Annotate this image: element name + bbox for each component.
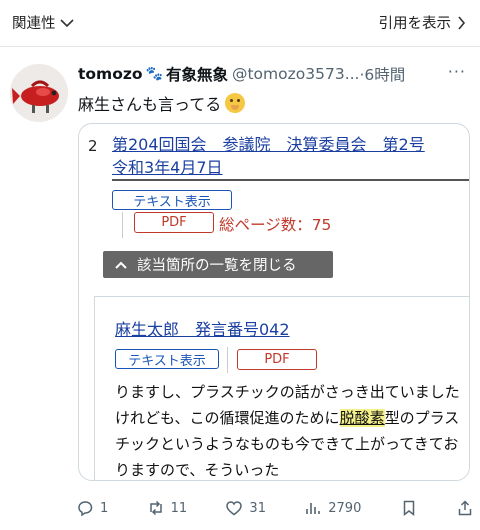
share-button[interactable] — [456, 499, 474, 517]
red-fish-figure-icon — [10, 64, 68, 122]
session-date: 令和3年4月7日 — [112, 158, 223, 177]
views-button[interactable]: 2790 — [304, 499, 361, 517]
view-quotes-label: 引用を表示 — [378, 16, 452, 32]
text-display-button: テキスト表示 — [112, 190, 232, 210]
session-title-link: 第204回国会 参議院 決算委員会 第2号 令和3年4月7日 — [112, 133, 469, 179]
speech-pdf-button: PDF — [237, 349, 317, 370]
author-handle[interactable]: @tomozo3573... — [232, 65, 360, 83]
reply-count: 1 — [100, 500, 109, 516]
author-name-suffix[interactable]: 有象無象 — [166, 63, 228, 85]
tweet-text-content: 麻生さんも言ってる — [78, 95, 222, 114]
reply-icon — [78, 501, 93, 517]
speech-text: りますし、プラスチックの話がさっき出ていましたけれども、この循環促進のために脱酸… — [115, 379, 461, 480]
speech-button-separator — [227, 347, 228, 373]
tweet-action-bar: 1 11 31 2790 — [76, 497, 474, 519]
paw-icon: 🐾 — [145, 66, 163, 82]
retweet-button[interactable]: 11 — [147, 499, 188, 517]
relevance-label: 関連性 — [12, 16, 56, 32]
smiling-face-emoji-icon — [225, 93, 246, 113]
retweet-icon — [149, 500, 162, 516]
highlighted-keyword: 脱酸素 — [339, 409, 385, 427]
result-number: 2 — [88, 137, 98, 155]
tweet-timestamp[interactable]: ·6時間 — [359, 63, 405, 85]
reply-button[interactable]: 1 — [76, 499, 108, 517]
tweet-author-line: tomozo 🐾 有象無象 @tomozo3573... ·6時間 — [78, 63, 405, 85]
collapse-list-label: 該当箇所の一覧を閉じる — [137, 258, 297, 274]
header-divider — [0, 46, 480, 47]
total-pages-label: 総ページ数：75 — [219, 216, 332, 234]
chevron-down-icon — [59, 18, 74, 27]
conversation-header: 関連性 引用を表示 — [0, 0, 480, 46]
like-button[interactable]: 31 — [225, 499, 266, 517]
bar-chart-icon — [306, 503, 321, 514]
retweet-count: 11 — [170, 500, 188, 516]
view-count: 2790 — [328, 500, 362, 516]
collapse-list-button: 該当箇所の一覧を閉じる — [103, 251, 333, 278]
bookmark-button[interactable] — [400, 499, 418, 517]
speaker-link: 麻生太郎 発言番号042 — [115, 320, 290, 339]
chevron-up-icon — [115, 261, 127, 269]
author-display-name[interactable]: tomozo — [78, 65, 143, 83]
bookmark-icon — [403, 500, 414, 517]
avatar[interactable] — [10, 64, 68, 122]
tweet-text: 麻生さんも言ってる — [78, 91, 246, 115]
share-icon — [458, 500, 472, 516]
title-divider — [112, 179, 469, 181]
like-count: 31 — [249, 500, 266, 516]
pdf-button: PDF — [134, 212, 214, 233]
chevron-right-icon — [458, 15, 466, 30]
button-separator — [122, 212, 123, 238]
more-options-icon[interactable]: ··· — [448, 62, 466, 81]
speech-excerpt-box: 麻生太郎 発言番号042 テキスト表示 PDF りますし、プラスチックの話がさっ… — [94, 296, 469, 480]
session-title-line1: 第204回国会 参議院 決算委員会 第2号 — [112, 135, 425, 154]
sort-relevance-dropdown[interactable]: 関連性 — [12, 12, 74, 33]
attached-image-card[interactable]: 2 第204回国会 参議院 決算委員会 第2号 令和3年4月7日 テキスト表示 … — [78, 123, 470, 481]
speech-text-display-button: テキスト表示 — [115, 349, 219, 369]
heart-icon — [226, 501, 243, 516]
view-quotes-link[interactable]: 引用を表示 — [379, 12, 467, 33]
